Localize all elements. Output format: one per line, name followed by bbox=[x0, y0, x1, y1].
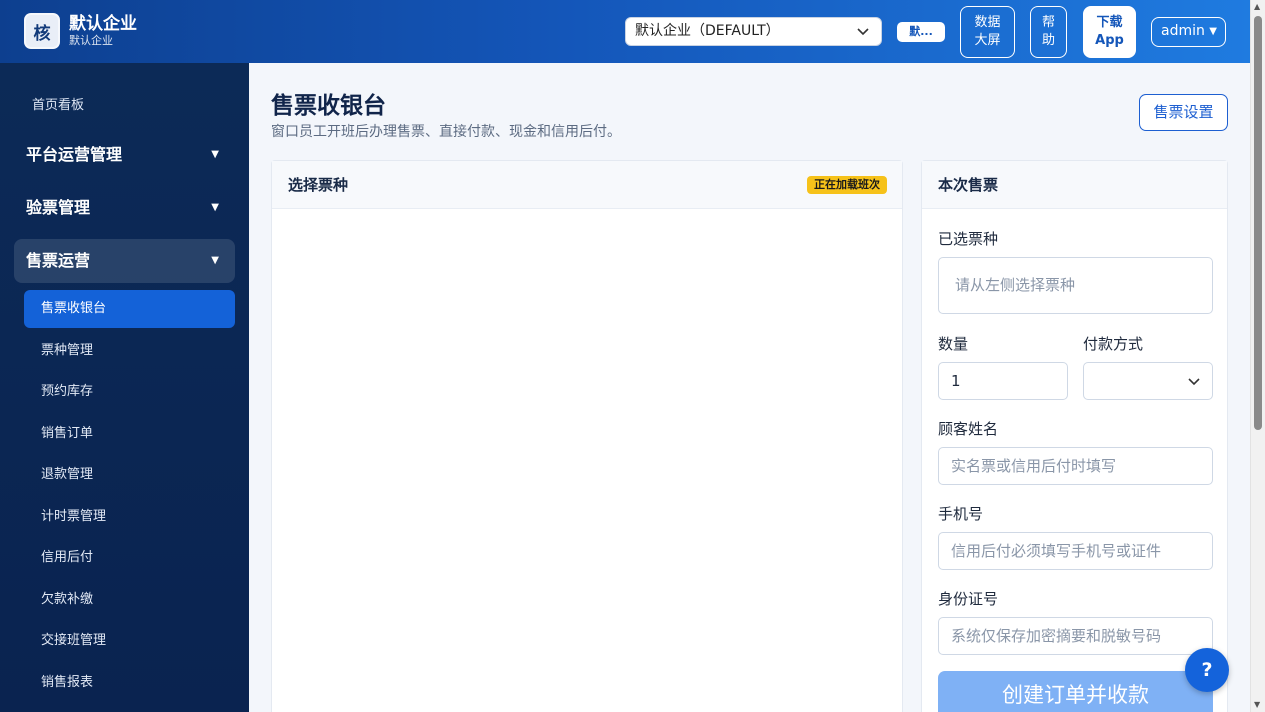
selected-ticket-box: 请从左侧选择票种 bbox=[938, 257, 1213, 314]
ticket-type-card: 选择票种 正在加载班次 bbox=[271, 160, 903, 712]
sidebar-item-credit-pay[interactable]: 信用后付 bbox=[24, 539, 235, 577]
page-title: 售票收银台 bbox=[271, 93, 386, 119]
sidebar-item-reservation-stock[interactable]: 预约库存 bbox=[24, 373, 235, 411]
ticket-settings-button[interactable]: 售票设置 bbox=[1139, 94, 1228, 131]
current-sale-card: 本次售票 已选票种 请从左侧选择票种 数量 付款方式 1 顾客姓名 实名票或信用… bbox=[921, 160, 1228, 712]
create-order-button[interactable]: 创建订单并收款 bbox=[938, 671, 1213, 712]
payment-method-select[interactable] bbox=[1083, 362, 1213, 400]
quantity-input[interactable]: 1 bbox=[938, 362, 1068, 400]
sidebar-item-cashier[interactable]: 售票收银台 bbox=[24, 290, 235, 328]
enterprise-select-value: 默认企业（DEFAULT） bbox=[635, 23, 780, 39]
data-screen-label: 数据 大屏 bbox=[974, 15, 1001, 48]
current-sale-card-title: 本次售票 bbox=[938, 176, 999, 194]
scroll-down-arrow-icon[interactable]: ▼ bbox=[1254, 700, 1260, 709]
caret-down-icon: ▼ bbox=[211, 255, 219, 266]
enterprise-chip[interactable]: 默... bbox=[897, 22, 945, 42]
help-fab-button[interactable]: ? bbox=[1185, 648, 1229, 692]
sidebar-group-ticket-check[interactable]: 验票管理 ▼ bbox=[14, 186, 235, 230]
phone-input[interactable]: 信用后付必须填写手机号或证件 bbox=[938, 532, 1213, 570]
caret-down-icon: ▼ bbox=[211, 202, 219, 213]
sidebar-item-sales-orders[interactable]: 销售订单 bbox=[24, 415, 235, 453]
brand-text: 默认企业 默认企业 bbox=[69, 14, 137, 48]
user-name: admin bbox=[1161, 23, 1205, 39]
sidebar-item-refunds[interactable]: 退款管理 bbox=[24, 456, 235, 494]
sidebar-item-shift-handover[interactable]: 交接班管理 bbox=[24, 622, 235, 660]
quantity-label: 数量 bbox=[938, 335, 969, 353]
sidebar-group-label: 售票运营 bbox=[26, 251, 91, 270]
user-menu[interactable]: admin ▼ bbox=[1151, 17, 1226, 47]
customer-name-label: 顾客姓名 bbox=[938, 420, 999, 438]
download-app-label: 下载 App bbox=[1095, 15, 1124, 48]
top-bar: 核 默认企业 默认企业 默认企业（DEFAULT） 默... 数据 大屏 帮 助… bbox=[0, 0, 1250, 63]
id-number-label: 身份证号 bbox=[938, 590, 999, 608]
sidebar-group-label: 平台运营管理 bbox=[26, 145, 123, 164]
scrollbar-thumb[interactable] bbox=[1254, 16, 1262, 430]
help-label: 帮 助 bbox=[1041, 15, 1055, 48]
chevron-down-icon bbox=[857, 18, 869, 55]
id-number-input[interactable]: 系统仅保存加密摘要和脱敏号码 bbox=[938, 617, 1213, 655]
brand-name: 默认企业 bbox=[69, 14, 137, 34]
brand-subtitle: 默认企业 bbox=[69, 34, 113, 47]
sidebar-item-sales-report[interactable]: 销售报表 bbox=[24, 664, 235, 702]
ticket-type-card-header: 选择票种 正在加载班次 bbox=[272, 161, 902, 209]
ticket-type-card-title: 选择票种 bbox=[288, 176, 349, 194]
sidebar-item-home[interactable]: 首页看板 bbox=[32, 94, 84, 113]
chevron-down-icon bbox=[1188, 371, 1200, 395]
sidebar-item-timed-tickets[interactable]: 计时票管理 bbox=[24, 498, 235, 536]
selected-ticket-label: 已选票种 bbox=[938, 230, 999, 248]
payment-method-label: 付款方式 bbox=[1083, 335, 1144, 353]
caret-down-icon: ▼ bbox=[1209, 26, 1217, 37]
current-sale-card-header: 本次售票 bbox=[922, 161, 1227, 209]
sidebar-group-ticket-ops[interactable]: 售票运营 ▼ bbox=[14, 239, 235, 283]
brand[interactable]: 核 默认企业 默认企业 bbox=[24, 13, 137, 49]
caret-down-icon: ▼ bbox=[211, 149, 219, 160]
sidebar: 首页看板 平台运营管理 ▼ 验票管理 ▼ 售票运营 ▼ 售票收银台 票种管理 预… bbox=[0, 63, 249, 712]
help-button[interactable]: 帮 助 bbox=[1030, 6, 1067, 58]
data-screen-button[interactable]: 数据 大屏 bbox=[960, 6, 1015, 58]
sidebar-group-platform[interactable]: 平台运营管理 ▼ bbox=[14, 133, 235, 177]
sidebar-group-label: 验票管理 bbox=[26, 198, 91, 217]
enterprise-select[interactable]: 默认企业（DEFAULT） bbox=[625, 17, 882, 46]
customer-name-input[interactable]: 实名票或信用后付时填写 bbox=[938, 447, 1213, 485]
download-app-button[interactable]: 下载 App bbox=[1083, 6, 1136, 58]
scroll-up-arrow-icon[interactable]: ▲ bbox=[1254, 2, 1260, 11]
phone-label: 手机号 bbox=[938, 505, 984, 523]
loading-badge: 正在加载班次 bbox=[807, 176, 887, 194]
sidebar-item-arrears[interactable]: 欠款补缴 bbox=[24, 581, 235, 619]
brand-logo: 核 bbox=[24, 13, 60, 49]
sidebar-item-ticket-types[interactable]: 票种管理 bbox=[24, 332, 235, 370]
page-description: 窗口员工开班后办理售票、直接付款、现金和信用后付。 bbox=[271, 124, 621, 140]
page-scrollbar[interactable]: ▲ ▼ bbox=[1250, 0, 1265, 712]
